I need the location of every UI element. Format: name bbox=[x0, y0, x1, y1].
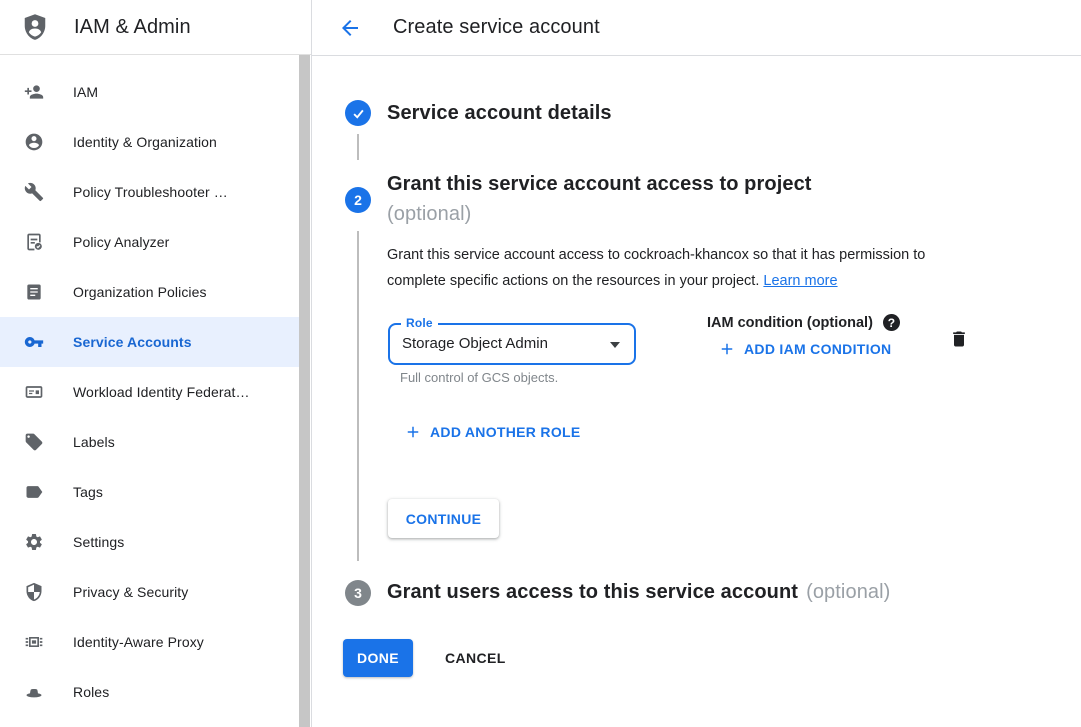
role-helper-text: Full control of GCS objects. bbox=[400, 370, 558, 385]
step1-title: Service account details bbox=[387, 102, 612, 125]
sidebar-item-label: Service Accounts bbox=[73, 334, 192, 350]
plus-icon bbox=[404, 423, 422, 441]
gear-icon bbox=[24, 532, 44, 552]
check-icon bbox=[351, 106, 366, 121]
iam-condition-header: IAM condition (optional) ? bbox=[707, 314, 900, 331]
add-iam-condition-label: ADD IAM CONDITION bbox=[744, 341, 891, 357]
sidebar-item-identity-organization[interactable]: Identity & Organization bbox=[0, 117, 299, 167]
page-header: Create service account bbox=[312, 0, 1081, 56]
sidebar-item-label: IAM bbox=[73, 84, 98, 100]
sidebar-item-label: Organization Policies bbox=[73, 284, 207, 300]
sidebar-item-label: Identity & Organization bbox=[73, 134, 217, 150]
done-button[interactable]: DONE bbox=[343, 639, 413, 677]
step3-number-badge: 3 bbox=[345, 580, 371, 606]
cancel-button[interactable]: CANCEL bbox=[445, 639, 506, 677]
sidebar-item-label: Policy Analyzer bbox=[73, 234, 169, 250]
sidebar: IAM & Admin IAM Identity & Organization … bbox=[0, 0, 312, 727]
step3-optional-label: (optional) bbox=[806, 581, 890, 603]
sidebar-item-label: Tags bbox=[73, 484, 103, 500]
sidebar-item-label: Labels bbox=[73, 434, 115, 450]
sidebar-title: IAM & Admin bbox=[74, 16, 191, 39]
chevron-down-icon bbox=[610, 342, 620, 348]
sidebar-item-workload-identity-federation[interactable]: Workload Identity Federat… bbox=[0, 367, 299, 417]
tag-icon bbox=[24, 432, 44, 452]
iam-admin-shield-icon bbox=[20, 11, 50, 43]
step2-title-text: Grant this service account access to pro… bbox=[387, 169, 812, 199]
sidebar-item-service-accounts[interactable]: Service Accounts bbox=[0, 317, 299, 367]
role-dropdown[interactable]: Role Storage Object Admin bbox=[388, 323, 636, 365]
role-selected-value: Storage Object Admin bbox=[402, 325, 548, 363]
sidebar-item-policy-troubleshooter[interactable]: Policy Troubleshooter … bbox=[0, 167, 299, 217]
step3-title: Grant users access to this service accou… bbox=[387, 581, 890, 604]
shield-half-icon bbox=[24, 582, 44, 602]
sidebar-item-label: Privacy & Security bbox=[73, 584, 188, 600]
sidebar-item-organization-policies[interactable]: Organization Policies bbox=[0, 267, 299, 317]
sidebar-item-iam[interactable]: IAM bbox=[0, 67, 299, 117]
back-button[interactable] bbox=[337, 15, 363, 41]
sidebar-item-label: Policy Troubleshooter … bbox=[73, 184, 228, 200]
iam-condition-label: IAM condition (optional) bbox=[707, 315, 873, 331]
continue-button[interactable]: CONTINUE bbox=[388, 499, 499, 538]
add-iam-condition-button[interactable]: ADD IAM CONDITION bbox=[718, 340, 891, 358]
sidebar-item-label: Settings bbox=[73, 534, 124, 550]
sidebar-item-privacy-security[interactable]: Privacy & Security bbox=[0, 567, 299, 617]
help-icon[interactable]: ? bbox=[883, 314, 900, 331]
wrench-icon bbox=[24, 182, 44, 202]
step2-description: Grant this service account access to coc… bbox=[387, 243, 983, 294]
sidebar-item-label: Identity-Aware Proxy bbox=[73, 634, 204, 650]
hat-icon bbox=[24, 682, 44, 702]
sidebar-item-policy-analyzer[interactable]: Policy Analyzer bbox=[0, 217, 299, 267]
person-add-icon bbox=[24, 82, 44, 102]
page-title: Create service account bbox=[393, 16, 600, 39]
step2-description-text: Grant this service account access to coc… bbox=[387, 247, 925, 289]
sidebar-nav: IAM Identity & Organization Policy Troub… bbox=[0, 55, 299, 717]
main-content: Create service account Service account d… bbox=[312, 0, 1081, 727]
sidebar-item-identity-aware-proxy[interactable]: Identity-Aware Proxy bbox=[0, 617, 299, 667]
badge-card-icon bbox=[24, 382, 44, 402]
step2-optional-label: (optional) bbox=[387, 199, 812, 229]
sidebar-scrollbar[interactable] bbox=[299, 55, 310, 727]
step2-title: Grant this service account access to pro… bbox=[387, 169, 812, 229]
arrow-left-icon bbox=[338, 16, 362, 40]
account-circle-icon bbox=[24, 132, 44, 152]
step-connector bbox=[357, 231, 359, 561]
sidebar-item-label: Workload Identity Federat… bbox=[73, 384, 250, 400]
step3-title-text: Grant users access to this service accou… bbox=[387, 581, 798, 603]
plus-icon bbox=[718, 340, 736, 358]
document-icon bbox=[24, 282, 44, 302]
add-another-role-label: ADD ANOTHER ROLE bbox=[430, 424, 581, 440]
delete-role-button[interactable] bbox=[947, 327, 971, 351]
sidebar-item-labels[interactable]: Labels bbox=[0, 417, 299, 467]
sidebar-item-settings[interactable]: Settings bbox=[0, 517, 299, 567]
step2-number-badge: 2 bbox=[345, 187, 371, 213]
learn-more-link[interactable]: Learn more bbox=[763, 273, 837, 289]
step1-complete-badge bbox=[345, 100, 371, 126]
add-another-role-button[interactable]: ADD ANOTHER ROLE bbox=[404, 423, 581, 441]
step3-number: 3 bbox=[354, 585, 362, 601]
label-arrow-icon bbox=[24, 482, 44, 502]
service-account-key-icon bbox=[24, 332, 44, 352]
step2-number: 2 bbox=[354, 192, 362, 208]
sidebar-header: IAM & Admin bbox=[0, 0, 311, 55]
sidebar-item-roles[interactable]: Roles bbox=[0, 667, 299, 717]
trash-icon bbox=[949, 328, 969, 350]
step-connector bbox=[357, 134, 359, 160]
proxy-grid-icon bbox=[24, 632, 44, 652]
sidebar-item-label: Roles bbox=[73, 684, 109, 700]
sidebar-item-tags[interactable]: Tags bbox=[0, 467, 299, 517]
policy-analyzer-icon bbox=[24, 232, 44, 252]
